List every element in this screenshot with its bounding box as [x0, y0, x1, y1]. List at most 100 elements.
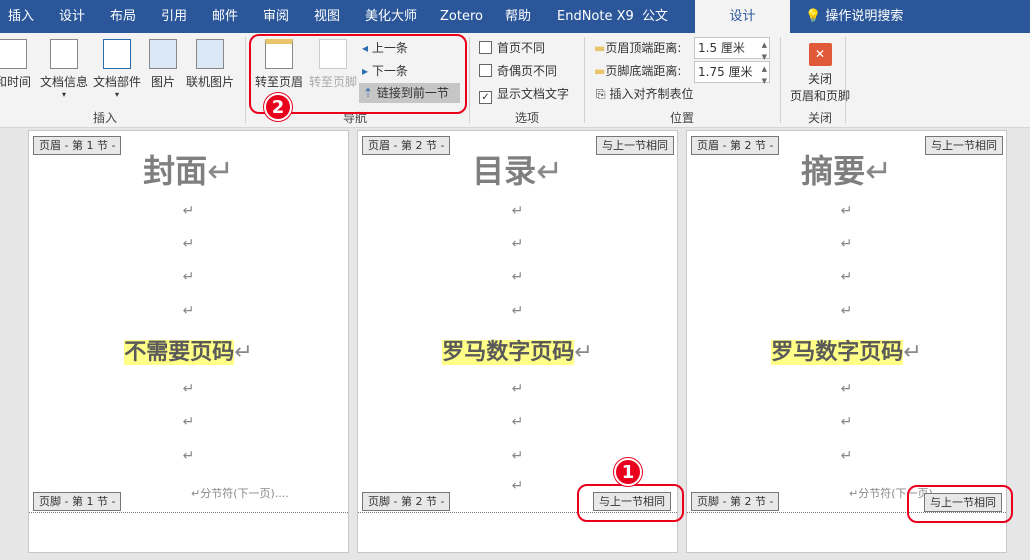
- header-distance-label: ▬页眉顶端距离:: [594, 41, 682, 55]
- different-odd-even-label: 奇偶页不同: [497, 64, 558, 78]
- paragraph-mark: ↵: [182, 203, 195, 219]
- footer-section-tag: 页脚 - 第 1 节 -: [33, 492, 122, 511]
- doc-info-button[interactable]: 文档信息 ▾: [37, 39, 91, 99]
- tab-endnote[interactable]: EndNote X9: [557, 0, 634, 33]
- divider: [584, 37, 585, 123]
- annotation-badge-2: 2: [264, 93, 292, 121]
- tab-view[interactable]: 视图: [314, 0, 340, 33]
- divider: [245, 37, 246, 123]
- paragraph-mark: ↵: [182, 269, 195, 285]
- paragraph-mark: ↵: [182, 236, 195, 252]
- footer-section-tag: 页脚 - 第 2 节 -: [691, 492, 780, 511]
- paragraph-mark: ↵: [511, 236, 524, 252]
- annotation-badge-1: 1: [614, 458, 642, 486]
- picture-label: 图片: [150, 75, 175, 89]
- tab-header-footer-design[interactable]: 设计: [695, 0, 790, 33]
- footer-distance-input[interactable]: 1.75 厘米 ▲ ▼: [694, 61, 770, 85]
- paragraph-mark: ↵: [840, 203, 853, 219]
- header-distance-icon: ▬: [594, 41, 606, 55]
- divider: [469, 37, 470, 123]
- paragraph-mark: ↵: [840, 269, 853, 285]
- footer-distance-label: ▬页脚底端距离:: [594, 64, 682, 78]
- group-label-close: 关闭: [807, 111, 832, 125]
- highlight-box-footer-page3: [907, 485, 1013, 523]
- different-odd-even-checkbox[interactable]: 奇偶页不同: [479, 61, 557, 81]
- page-cover: 页眉 - 第 1 节 - 封面↵ ↵ ↵ ↵ ↵ 不需要页码↵ ↵ ↵ ↵ ↵分…: [28, 130, 349, 553]
- paragraph-mark: ↵: [840, 236, 853, 252]
- page-heading: 目录↵: [472, 152, 563, 190]
- quick-parts-button[interactable]: 文档部件 ▾: [90, 39, 144, 99]
- highlighted-text: 罗马数字页码↵: [442, 340, 593, 365]
- online-picture-label: 联机图片: [185, 75, 234, 89]
- doc-info-icon: [50, 39, 78, 69]
- divider: [780, 37, 781, 123]
- different-first-page-checkbox[interactable]: 首页不同: [479, 38, 545, 58]
- online-picture-icon: [196, 39, 224, 69]
- paragraph-mark: ↵: [182, 448, 195, 464]
- paragraph-mark: ↵: [840, 448, 853, 464]
- show-doc-text-checkbox[interactable]: ✓ 显示文档文字: [479, 84, 569, 104]
- paragraph-mark: ↵: [840, 303, 853, 319]
- insert-align-tab-button[interactable]: ⎘ 插入对齐制表位: [596, 84, 693, 104]
- tab-help[interactable]: 帮助: [505, 0, 531, 33]
- checkbox-icon: [479, 64, 492, 77]
- quick-parts-icon: [103, 39, 131, 69]
- show-doc-text-label: 显示文档文字: [497, 87, 570, 101]
- quick-parts-label: 文档部件: [92, 75, 141, 89]
- picture-icon: [149, 39, 177, 69]
- different-first-label: 首页不同: [497, 41, 546, 55]
- checkbox-icon: [479, 41, 492, 54]
- doc-info-label: 文档信息: [39, 75, 88, 89]
- ribbon-tab-bar: 插入 设计 布局 引用 邮件 审阅 视图 美化大师 Zotero 帮助 EndN…: [0, 0, 1030, 33]
- tell-me-search[interactable]: 💡 操作说明搜索: [805, 0, 903, 33]
- calendar-clock-icon: [0, 39, 27, 69]
- tab-layout[interactable]: 布局: [110, 0, 136, 33]
- tab-review[interactable]: 审阅: [263, 0, 289, 33]
- group-label-position: 位置: [669, 111, 694, 125]
- footer-section-tag: 页脚 - 第 2 节 -: [362, 492, 451, 511]
- tab-gongwen[interactable]: 公文: [642, 0, 668, 33]
- online-picture-button[interactable]: 联机图片: [184, 39, 236, 90]
- group-label-insert: 插入: [92, 111, 117, 125]
- highlight-box-footer-page2: [577, 484, 684, 522]
- tab-meihua[interactable]: 美化大师: [365, 0, 417, 33]
- group-label-options: 选项: [514, 111, 539, 125]
- tab-design[interactable]: 设计: [59, 0, 85, 33]
- paragraph-mark: ↵: [511, 203, 524, 219]
- picture-button[interactable]: 图片: [146, 39, 180, 90]
- highlighted-text: 不需要页码↵: [124, 340, 253, 365]
- tell-me-label: 操作说明搜索: [825, 9, 904, 24]
- footer-boundary: [29, 512, 348, 513]
- tab-mailings[interactable]: 邮件: [212, 0, 238, 33]
- date-time-label: 和时间: [0, 75, 31, 89]
- paragraph-mark: ↵: [511, 381, 524, 397]
- close-icon: ✕: [808, 43, 832, 66]
- header-distance-input[interactable]: 1.5 厘米 ▲ ▼: [694, 37, 770, 61]
- header-distance-value: 1.5 厘米: [698, 41, 745, 55]
- paragraph-mark: ↵: [511, 269, 524, 285]
- ribbon: 和时间 文档信息 ▾ 文档部件 ▾ 图片 联机图片 插入 转至页眉 转至页脚 ◂ 上…: [0, 33, 1030, 128]
- checkmark-icon: ✓: [479, 91, 492, 104]
- tab-insert[interactable]: 插入: [8, 0, 34, 33]
- paragraph-mark: ↵: [840, 414, 853, 430]
- tab-references[interactable]: 引用: [161, 0, 187, 33]
- highlighted-text: 罗马数字页码↵: [771, 340, 922, 365]
- spin-down-icon[interactable]: ▼: [762, 71, 767, 91]
- lightbulb-icon: 💡: [805, 9, 822, 24]
- divider: [845, 37, 846, 123]
- paragraph-mark: ↵: [840, 381, 853, 397]
- paragraph-mark: ↵: [182, 381, 195, 397]
- paragraph-mark: ↵: [511, 414, 524, 430]
- page-heading: 封面↵: [143, 152, 234, 190]
- page-heading: 摘要↵: [801, 152, 892, 190]
- paragraph-mark: ↵: [182, 414, 195, 430]
- section-break: ↵分节符(下一页)....: [191, 487, 289, 500]
- paragraph-mark: ↵: [511, 303, 524, 319]
- align-tab-icon: ⎘: [596, 87, 606, 101]
- date-time-button[interactable]: 和时间: [0, 39, 34, 90]
- footer-distance-value: 1.75 厘米: [698, 65, 753, 79]
- insert-align-tab-label: 插入对齐制表位: [609, 87, 694, 101]
- footer-distance-icon: ▬: [594, 64, 606, 78]
- paragraph-mark: ↵: [182, 303, 195, 319]
- tab-zotero[interactable]: Zotero: [440, 0, 483, 33]
